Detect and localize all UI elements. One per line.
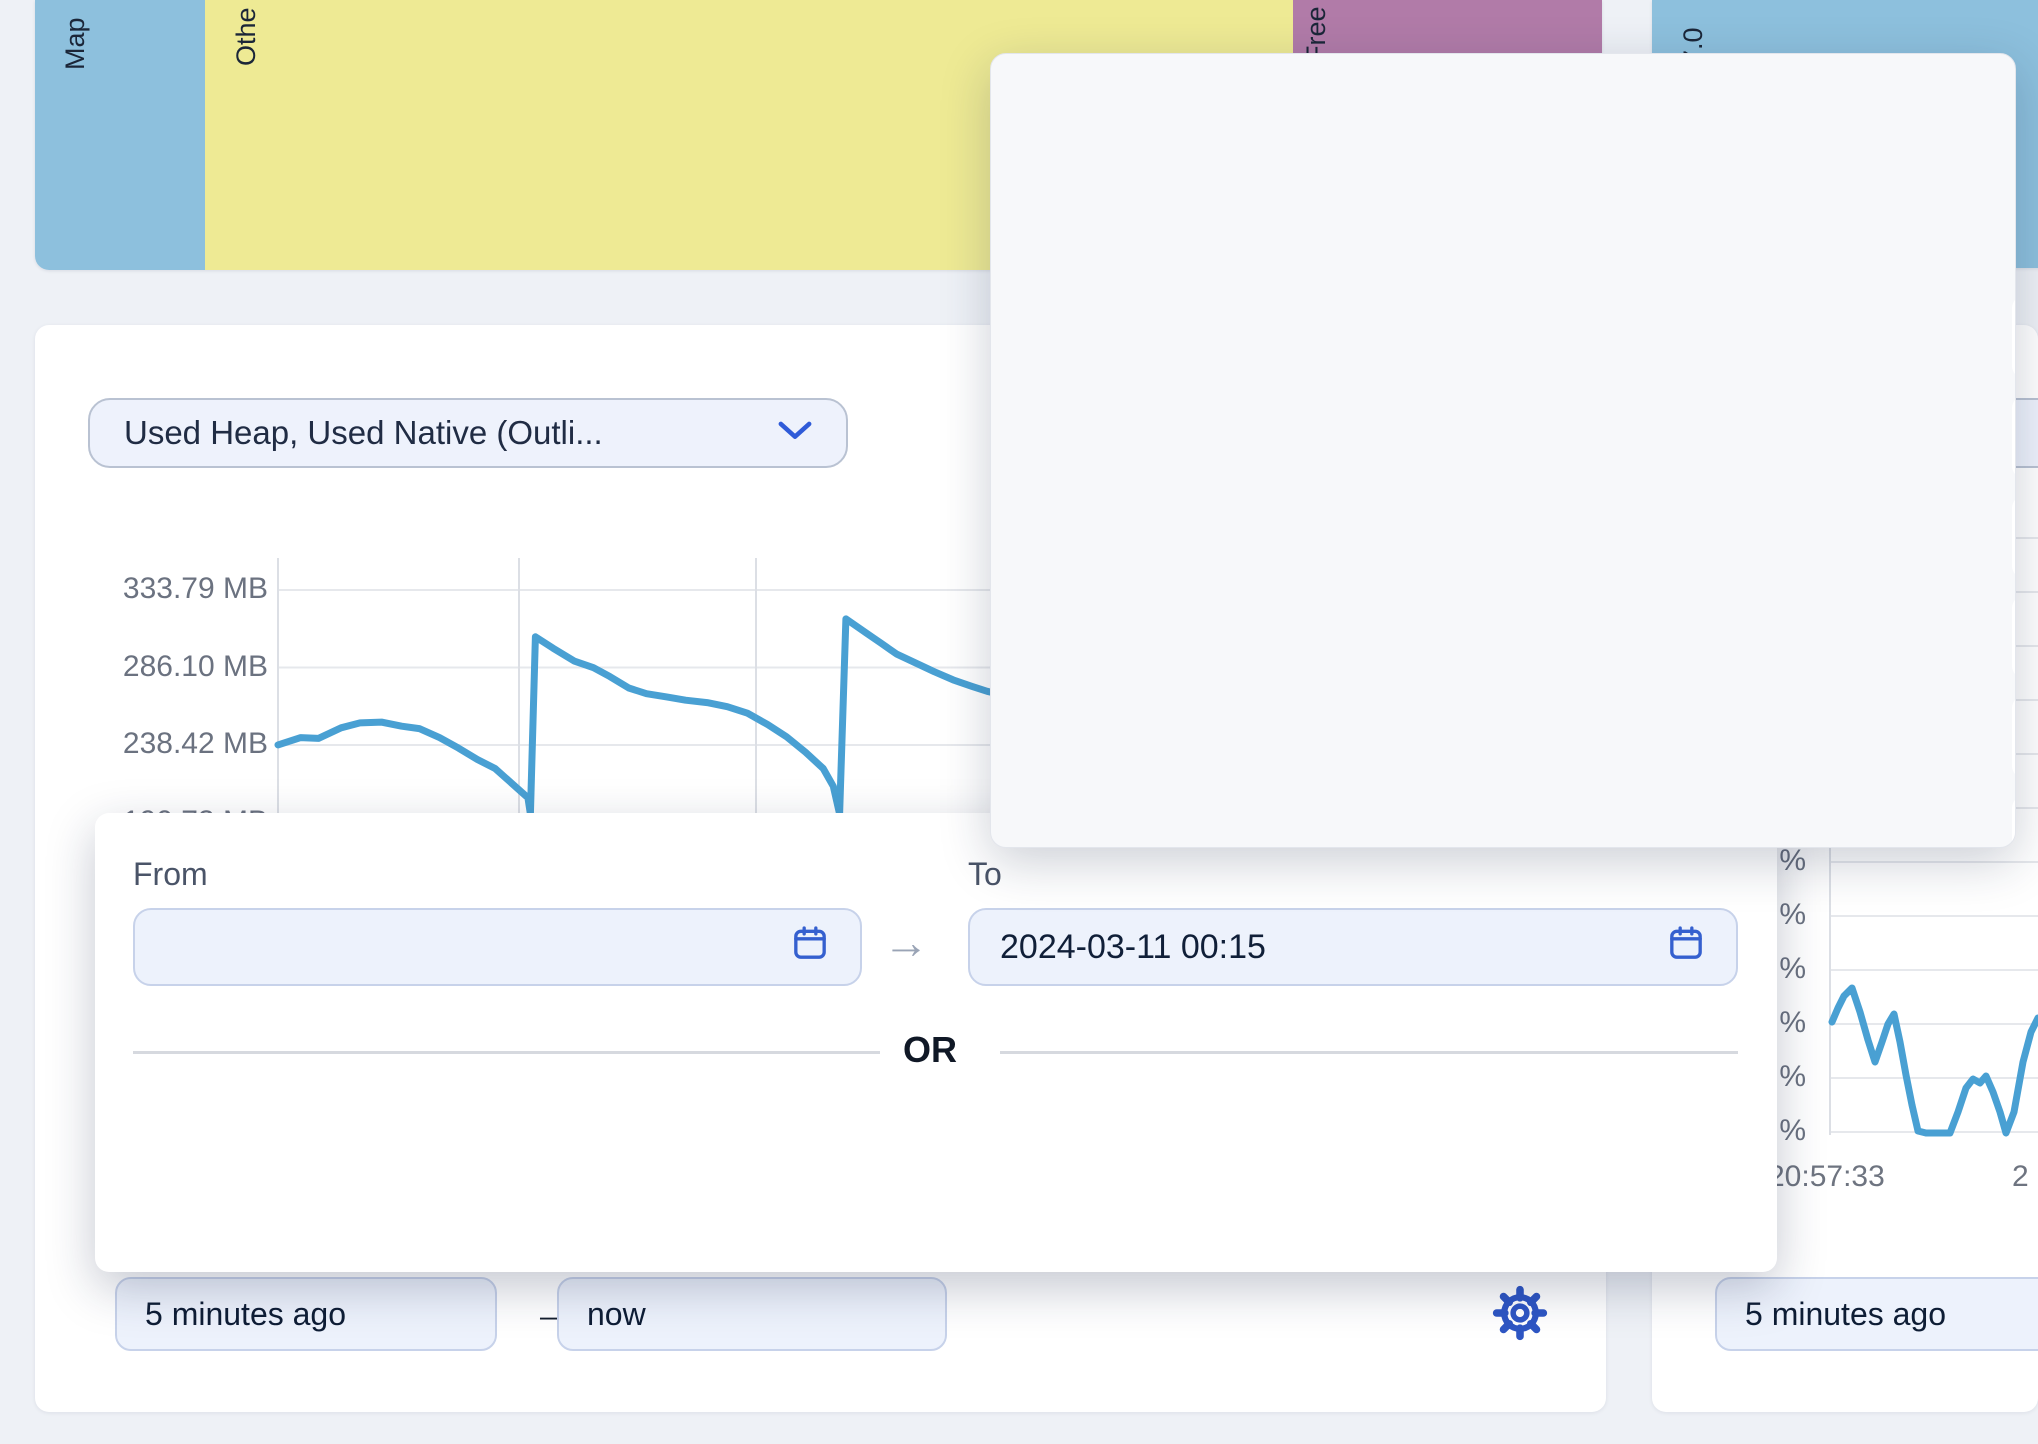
right-from-quick-input[interactable]: 5 minutes ago	[1715, 1277, 2038, 1351]
calendar-day[interactable]: 10	[2012, 496, 2016, 578]
or-label: OR	[903, 1029, 957, 1071]
segment-label-other: Othe	[231, 7, 262, 66]
y-axis-tick-label: 286.10 MB	[35, 650, 268, 684]
screen: Map Othe Free 27.0 Used Heap, Used Nativ…	[0, 0, 2038, 1444]
divider	[133, 1051, 880, 1054]
calendar-icon[interactable]	[1666, 923, 1706, 972]
y-axis-tick-label: 238.42 MB	[35, 727, 268, 761]
calendar-day[interactable]: 3	[2012, 396, 2016, 478]
right-chart-x-label-1: 20:57:33	[1768, 1160, 1885, 1194]
from-label: From	[133, 856, 208, 893]
to-date-value: 2024-03-11 00:15	[1000, 928, 1266, 967]
calendar-day[interactable]: 25	[2012, 296, 2016, 378]
settings-gear-icon[interactable]	[1487, 1280, 1553, 1351]
from-quick-value: 5 minutes ago	[145, 1296, 346, 1333]
datepicker-popup: March 2024 00:15 SuMoTuWeThFrSa 25262728…	[990, 53, 2016, 848]
calendar-day[interactable]: 17	[2012, 596, 2016, 678]
from-date-field[interactable]	[133, 908, 862, 986]
chart-line	[278, 619, 1023, 814]
date-range-dialog: From → To 2024-03-11 00:15	[95, 813, 1777, 1272]
calendar-day[interactable]: 24	[2012, 696, 2016, 778]
from-quick-input[interactable]: 5 minutes ago	[115, 1277, 497, 1351]
right-from-quick-value: 5 minutes ago	[1745, 1296, 1946, 1333]
segment-label-map: Map	[60, 17, 91, 70]
y-axis-tick-label: 333.79 MB	[35, 572, 268, 606]
to-quick-input[interactable]: now	[557, 1277, 947, 1351]
calendar-icon[interactable]	[790, 923, 830, 972]
right-chart-x-label-2: 2	[2012, 1160, 2029, 1194]
to-date-field[interactable]: 2024-03-11 00:15	[968, 908, 1738, 986]
from-to-arrow-icon: →	[883, 915, 929, 969]
weekday-header: Su	[2003, 229, 2016, 266]
chart-line	[1832, 988, 2038, 1133]
divider	[1000, 1051, 1738, 1054]
to-label: To	[968, 856, 1002, 893]
to-quick-value: now	[587, 1296, 646, 1333]
